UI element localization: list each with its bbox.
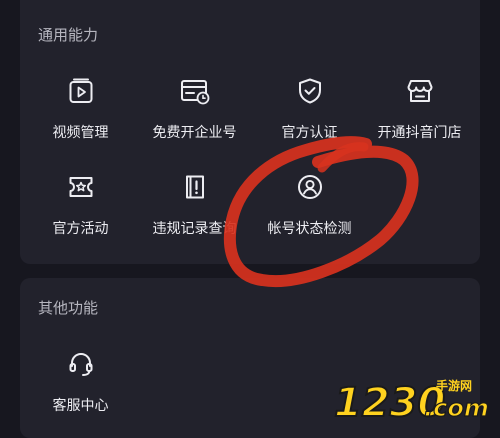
violation-record-item[interactable]: 违规记录查询 <box>137 173 252 238</box>
site-watermark-logo: 1230 .com 手游网 <box>332 372 497 427</box>
enterprise-account-label: 免费开企业号 <box>152 125 237 141</box>
customer-service-label: 客服中心 <box>52 398 109 414</box>
video-management-label: 视频管理 <box>52 125 109 141</box>
headset-icon <box>69 352 92 376</box>
open-store-label: 开通抖音门店 <box>377 125 462 141</box>
watermark-cn: 手游网 <box>436 378 472 393</box>
official-verification-item[interactable]: 官方认证 <box>252 77 367 142</box>
video-folder-icon <box>69 78 92 103</box>
general-section-card: 通用能力 视频管理 免费开企业号 官方认证 开通抖音门店 官方活动 违规记录查询… <box>20 0 480 264</box>
storefront-icon <box>407 80 432 102</box>
watermark-domain: .com <box>424 394 489 422</box>
official-events-label: 官方活动 <box>52 221 109 237</box>
account-status-item[interactable]: 帐号状态检测 <box>252 173 367 238</box>
open-store-item[interactable]: 开通抖音门店 <box>362 77 477 142</box>
violation-record-icon <box>185 175 204 199</box>
account-status-label: 帐号状态检测 <box>267 221 352 237</box>
video-management-item[interactable]: 视频管理 <box>23 77 138 142</box>
official-verification-label: 官方认证 <box>281 125 338 141</box>
official-events-item[interactable]: 官方活动 <box>23 173 138 238</box>
ticket-star-icon <box>69 177 92 197</box>
enterprise-card-icon <box>180 80 209 105</box>
customer-service-item[interactable]: 客服中心 <box>23 350 138 415</box>
violation-record-label: 违规记录查询 <box>152 221 237 237</box>
enterprise-account-item[interactable]: 免费开企业号 <box>137 77 252 142</box>
section-title-general: 通用能力 <box>38 26 99 44</box>
account-status-icon <box>297 175 322 199</box>
shield-check-icon <box>298 78 321 104</box>
section-title-other: 其他功能 <box>38 299 99 317</box>
